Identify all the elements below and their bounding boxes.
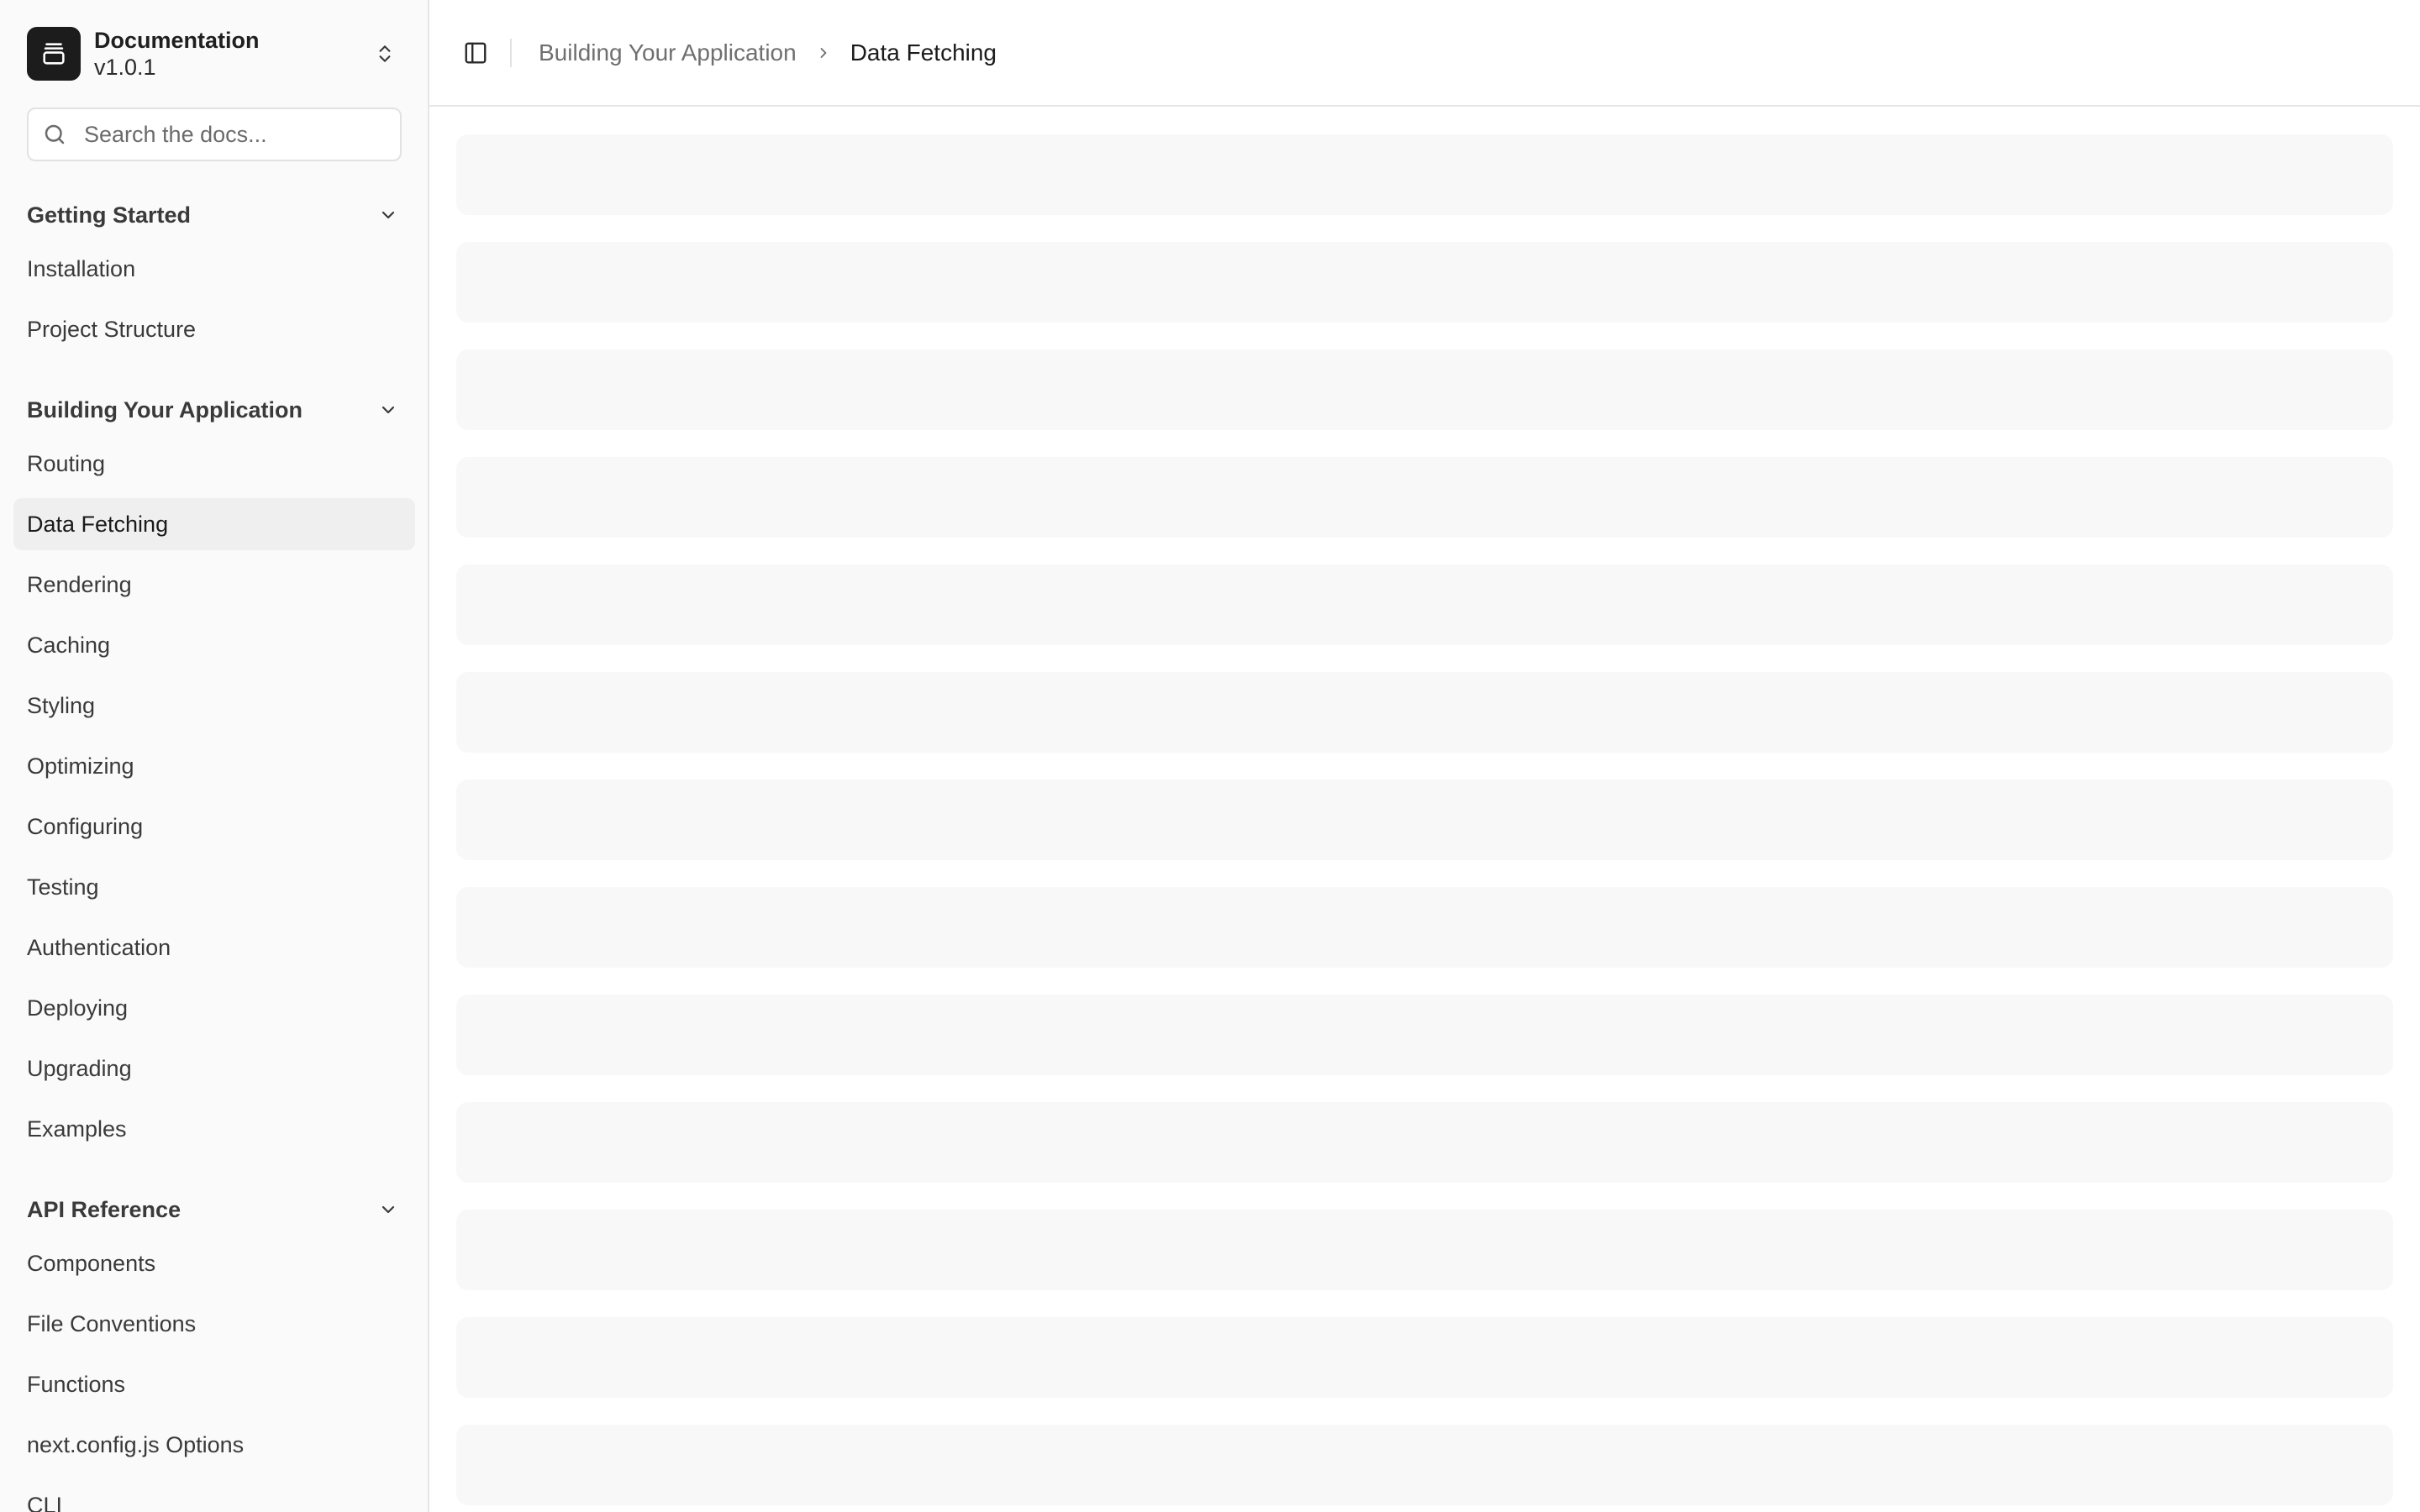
brand-title: Documentation [94,28,260,53]
section-header-building-your-application[interactable]: Building Your Application [27,393,403,427]
sidebar-item-components[interactable]: Components [13,1237,415,1289]
sidebar-item-examples[interactable]: Examples [13,1103,415,1155]
sidebar-item-project-structure[interactable]: Project Structure [13,303,415,355]
breadcrumb: Building Your Application Data Fetching [539,37,997,69]
loading-skeleton [456,780,2393,860]
search-box[interactable] [27,108,402,161]
sidebar-item-caching[interactable]: Caching [13,619,415,671]
loading-skeleton [456,457,2393,538]
sidebar-item-upgrading[interactable]: Upgrading [13,1042,415,1095]
section-header-getting-started[interactable]: Getting Started [27,198,403,232]
app-root: Documentation v1.0.1 Gett [0,0,2420,1512]
sidebar-item-file-conventions[interactable]: File Conventions [13,1298,415,1350]
version-switcher[interactable]: Documentation v1.0.1 [27,25,403,82]
section-title: API Reference [27,1196,182,1222]
sidebar-item-rendering[interactable]: Rendering [13,559,415,611]
loading-skeleton [456,672,2393,753]
sidebar-item-next-config-options[interactable]: next.config.js Options [13,1419,415,1471]
brand-version: v1.0.1 [94,55,156,80]
sidebar-item-cli[interactable]: CLI [13,1479,415,1512]
section-header-api-reference[interactable]: API Reference [27,1193,403,1226]
sidebar-item-authentication[interactable]: Authentication [13,921,415,974]
sidebar-item-installation[interactable]: Installation [13,243,415,295]
loading-skeleton [456,349,2393,430]
sidebar: Documentation v1.0.1 Gett [0,0,429,1512]
loading-skeleton [456,1425,2393,1505]
sidebar-item-optimizing[interactable]: Optimizing [13,740,415,792]
divider [510,39,512,67]
gallery-icon [27,27,81,81]
loading-skeleton [456,564,2393,645]
breadcrumb-parent-link[interactable]: Building Your Application [539,39,797,66]
sidebar-item-configuring[interactable]: Configuring [13,801,415,853]
search-input[interactable] [82,120,385,149]
brand-text: Documentation v1.0.1 [94,27,260,81]
loading-skeleton [456,995,2393,1075]
sidebar-item-deploying[interactable]: Deploying [13,982,415,1034]
topbar: Building Your Application Data Fetching [429,0,2420,107]
sidebar-toggle-icon[interactable] [460,37,492,69]
chevron-down-icon[interactable] [373,1194,403,1225]
sidebar-item-functions[interactable]: Functions [13,1358,415,1410]
chevron-right-icon [815,45,832,61]
sidebar-item-testing[interactable]: Testing [13,861,415,913]
loading-skeleton [456,887,2393,968]
chevron-down-icon[interactable] [373,395,403,425]
breadcrumb-current-page: Data Fetching [850,39,997,66]
section-title: Building Your Application [27,396,302,423]
sidebar-item-routing[interactable]: Routing [13,438,415,490]
loading-skeleton [456,1210,2393,1290]
loading-skeleton [456,1317,2393,1398]
chevrons-up-down-icon[interactable] [370,39,400,69]
chevron-down-icon[interactable] [373,200,403,230]
loading-skeleton [456,134,2393,215]
loading-skeleton [456,242,2393,323]
main-content: Building Your Application Data Fetching [429,0,2420,1512]
sidebar-item-data-fetching[interactable]: Data Fetching [13,498,415,550]
section-title: Getting Started [27,202,192,228]
sidebar-item-styling[interactable]: Styling [13,680,415,732]
loading-skeleton [456,1102,2393,1183]
search-icon [40,120,69,149]
